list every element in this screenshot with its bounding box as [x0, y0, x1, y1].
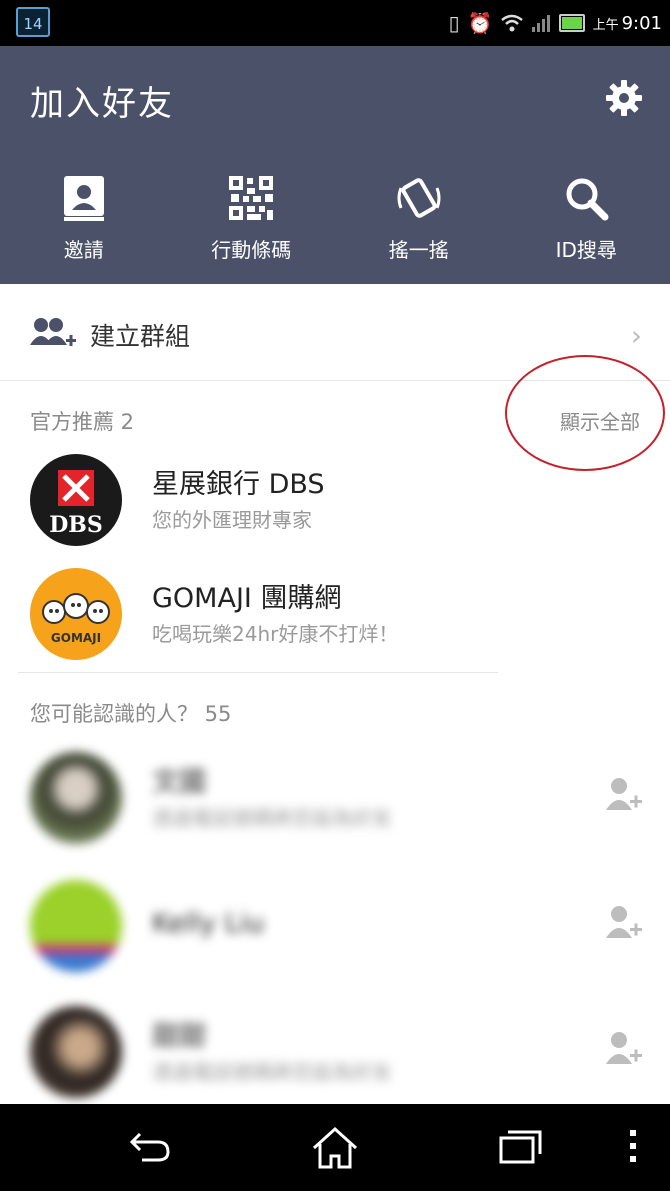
- qr-code-label: 行動條碼: [211, 238, 292, 262]
- vibrate-icon: ▯: [448, 11, 460, 35]
- contact-name: GOMAJI 團購網: [152, 583, 342, 614]
- recent-apps-icon[interactable]: [498, 1126, 544, 1166]
- svg-text:GOMAJI: GOMAJI: [51, 631, 101, 645]
- list-item[interactable]: 甜甜 透過電話號碼將您設為好友: [0, 1000, 670, 1100]
- official-heading: 官方推薦 2: [30, 410, 135, 434]
- suggested-heading: 您可能認識的人？ 55: [30, 702, 232, 726]
- home-icon[interactable]: [310, 1126, 360, 1170]
- battery-icon: [558, 14, 585, 32]
- signal-icon: [531, 15, 550, 32]
- status-clock: 上午 9:01: [592, 12, 662, 34]
- divider: [18, 672, 498, 673]
- gear-icon[interactable]: [604, 78, 644, 118]
- contact-subtitle: 您的外匯理財專家: [152, 508, 312, 532]
- search-icon: [566, 178, 609, 221]
- contact-name: Kelly Liu: [152, 908, 265, 939]
- add-friend-header: 加入好友 邀請 行動條碼 搖一搖 ID搜尋: [0, 46, 670, 284]
- menu-icon[interactable]: [626, 1126, 640, 1166]
- list-item[interactable]: GOMAJI GOMAJI 團購網 吃喝玩樂24hr好康不打烊！: [0, 562, 670, 662]
- navigation-bar: [0, 1104, 670, 1191]
- create-group-label: 建立群組: [90, 322, 191, 351]
- qr-code-button[interactable]: 行動條碼: [168, 174, 336, 263]
- svg-text:DBS: DBS: [49, 512, 103, 538]
- invite-label: 邀請: [63, 238, 104, 262]
- shake-phone-icon: [397, 178, 441, 218]
- page-title: 加入好友: [30, 84, 174, 124]
- gomaji-logo: GOMAJI: [30, 568, 122, 660]
- list-item[interactable]: Kelly Liu: [0, 874, 670, 974]
- shake-button[interactable]: 搖一搖: [335, 174, 503, 263]
- contact-subtitle: 透過電話號碼將您設為好友: [152, 1060, 392, 1084]
- back-icon[interactable]: [128, 1126, 172, 1166]
- chevron-right-icon: ›: [630, 319, 642, 352]
- group-add-icon: [30, 318, 76, 346]
- alarm-icon: ⏰: [467, 11, 493, 35]
- avatar: [30, 880, 122, 972]
- contact-name: 星展銀行 DBS: [152, 469, 325, 500]
- calendar-icon: 14: [16, 7, 50, 37]
- shake-label: 搖一搖: [388, 238, 449, 262]
- add-friend-icon[interactable]: [604, 1030, 642, 1066]
- id-search-button[interactable]: ID搜尋: [503, 174, 670, 263]
- status-bar: 14 ▯ ⏰ 上午 9:01: [0, 0, 670, 46]
- list-item[interactable]: DBS 星展銀行 DBS 您的外匯理財專家: [0, 448, 670, 548]
- contact-name: 文國: [152, 767, 206, 798]
- dbs-logo: DBS: [30, 454, 122, 546]
- contact-book-icon: [63, 176, 104, 221]
- list-item[interactable]: 文國 透過電話號碼將您設為好友: [0, 746, 670, 846]
- avatar: [30, 1006, 122, 1098]
- qr-code-icon: [229, 176, 274, 220]
- avatar: [30, 752, 122, 844]
- contact-name: 甜甜: [152, 1021, 206, 1052]
- add-friend-icon[interactable]: [604, 904, 642, 940]
- add-friend-icon[interactable]: [604, 776, 642, 812]
- contact-subtitle: 吃喝玩樂24hr好康不打烊！: [152, 622, 399, 646]
- contact-subtitle: 透過電話號碼將您設為好友: [152, 806, 392, 830]
- id-search-label: ID搜尋: [555, 238, 617, 262]
- wifi-icon: [500, 14, 523, 32]
- invite-button[interactable]: 邀請: [0, 174, 168, 263]
